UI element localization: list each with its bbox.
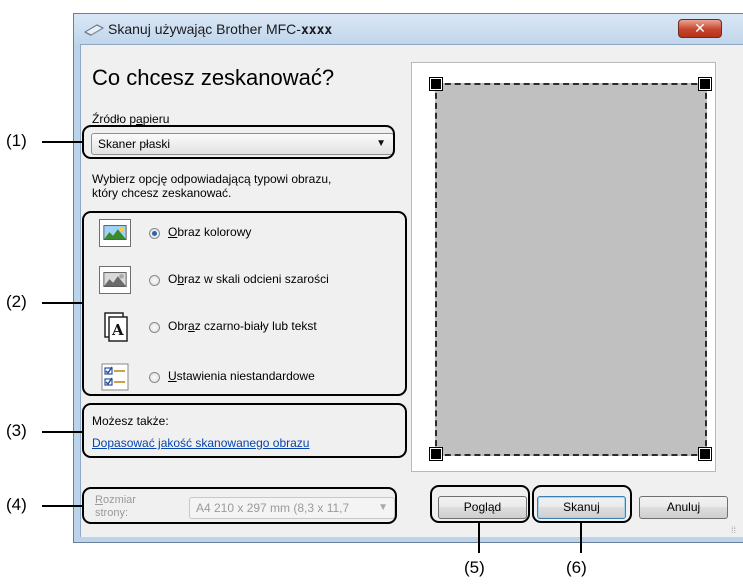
callout-line-3 [42,431,82,433]
crop-handle-top-right[interactable] [699,78,711,90]
callout-line-5 [478,523,480,553]
paper-source-label: Źródło papieru [92,112,170,126]
dialog-heading: Co chcesz zeskanować? [92,65,335,90]
callout-box-5 [430,485,530,523]
callout-label-1: (1) [6,131,27,150]
callout-label-5: (5) [464,558,485,577]
scan-area-selection[interactable] [435,83,707,456]
callout-box-2 [82,211,407,396]
window-title-model: xxxx [300,23,333,38]
close-icon: ✕ [694,20,706,36]
callout-box-3 [82,403,407,458]
title-bar: Skanuj używając Brother MFC-xxxx ✕ [74,14,743,44]
callout-line-1 [42,141,82,143]
callout-label-4: (4) [6,495,27,514]
callout-box-1 [82,125,395,159]
window-title-prefix: Skanuj używając Brother MFC- [108,21,301,37]
window-title: Skanuj używając Brother MFC-xxxx [108,21,332,38]
callout-line-6 [580,523,582,553]
preview-pane [411,62,716,472]
cancel-button[interactable]: Anuluj [639,496,728,519]
crop-handle-bottom-right[interactable] [699,448,711,460]
crop-handle-top-left[interactable] [430,78,442,90]
callout-label-3: (3) [6,421,27,440]
callout-label-6: (6) [566,558,587,577]
callout-box-6 [532,485,632,523]
callout-label-2: (2) [6,292,27,311]
scanner-app-icon [84,24,104,36]
crop-handle-bottom-left[interactable] [430,448,442,460]
callout-line-4 [42,505,82,507]
callout-box-4 [82,487,397,524]
resize-grip-icon[interactable]: ⁞⁞ [731,525,736,535]
callout-line-2 [42,302,82,304]
instruction-text-line1: Wybierz opcję odpowiadającą typowi obraz… [92,172,332,186]
close-button[interactable]: ✕ [678,19,722,38]
instruction-text-line2: który chcesz zeskanować. [92,186,232,200]
